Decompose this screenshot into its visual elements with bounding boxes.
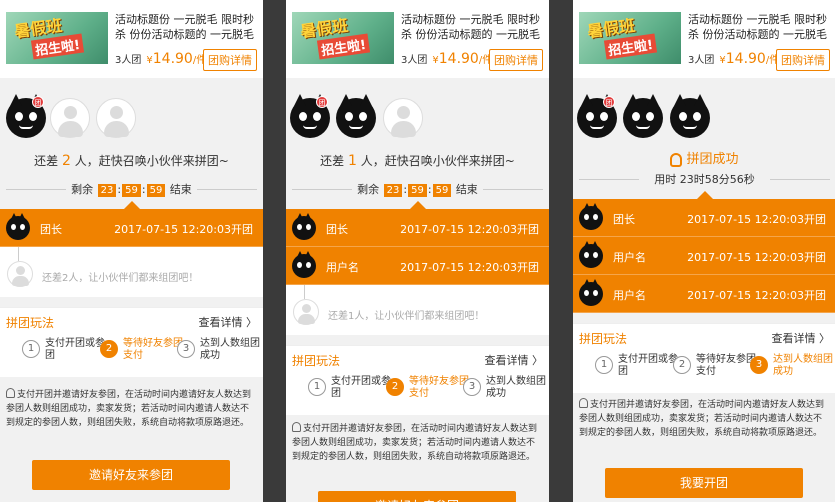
leader-badge: 团	[32, 96, 44, 108]
waiting-row: 还差1人，让小伙伴们都来组团吧！	[286, 285, 549, 335]
waiting-text: 还差1人，让小伙伴们都来组团吧！	[328, 311, 485, 322]
product-card[interactable]: 暑假班 招生啦! 活动标题份 一元脱毛 限时秒杀 份份活动标题的 一元脱毛 限时…	[0, 0, 263, 78]
member-row: 团长 2017-07-15 12:20:03开团	[0, 209, 263, 247]
member-avatar	[579, 203, 603, 230]
panel-group-pending-1: 暑假班 招生啦! 活动标题份 一元脱毛 限时秒杀 份份活动标题的 一元脱毛 限时…	[286, 0, 549, 502]
rules-section: 拼团玩法 查看详情 〉 1 支付开团或参团 2 等待好友参团支付 3 达到人数组团成功	[573, 323, 835, 393]
status-text: 还差 1 人，赶快召唤小伙伴来拼团~	[320, 153, 515, 169]
invite-friends-button[interactable]: 邀请好友来参团	[32, 460, 230, 490]
member-avatar	[292, 213, 316, 240]
product-title: 活动标题份 一元脱毛 限时秒杀 份份活动标题的 一元脱毛 限时秒杀 份份	[401, 13, 540, 41]
invite-friends-button[interactable]: 邀请好友来参团	[318, 491, 516, 502]
product-title: 活动标题份 一元脱毛 限时秒杀 份份活动标题的 一元脱毛 限时秒杀 份份	[688, 13, 827, 41]
rules-description: 支付开团并邀请好友参团，在活动时间内邀请好友人数达到参团人数则组团成功，卖家发货…	[0, 388, 263, 430]
rules-section: 拼团玩法 查看详情 〉 1 支付开团或参团 2 等待好友参团支付 3 达到人数组团成功	[0, 307, 263, 377]
product-card[interactable]: 暑假班 招生啦! 活动标题份 一元脱毛 限时秒杀 份份活动标题的 一元脱毛 限时…	[573, 0, 835, 78]
bulb-icon	[6, 388, 15, 398]
rules-title: 拼团玩法	[6, 316, 55, 330]
member-avatar	[670, 94, 710, 138]
panel-group-pending-2: 暑假班 招生啦! 活动标题份 一元脱毛 限时秒杀 份份活动标题的 一元脱毛 限时…	[0, 0, 263, 502]
member-avatar	[6, 213, 30, 240]
member-avatar	[579, 279, 603, 306]
member-name: 用户名	[613, 289, 646, 302]
empty-avatar	[383, 98, 423, 138]
panel-group-success: 暑假班 招生啦! 活动标题份 一元脱毛 限时秒杀 份份活动标题的 一元脱毛 限时…	[573, 0, 835, 502]
bulb-icon	[292, 422, 301, 432]
elapsed-time: 用时 23时58分56秒	[573, 171, 835, 187]
member-time: 2017-07-15 12:20:03开团	[687, 251, 826, 264]
leader-badge: 团	[316, 96, 328, 108]
start-group-button[interactable]: 我要开团	[605, 468, 803, 498]
member-avatar	[336, 94, 376, 138]
member-time: 2017-07-15 12:20:03开团	[400, 261, 539, 274]
member-time: 2017-07-15 12:20:03开团	[400, 223, 539, 236]
member-list: 团长 2017-07-15 12:20:03开团 还差2人，让小伙伴们都来组团吧…	[0, 201, 263, 297]
bulb-icon	[670, 152, 683, 167]
member-name: 用户名	[613, 251, 646, 264]
rules-more-link[interactable]: 查看详情 〉	[199, 314, 258, 330]
member-avatar	[292, 251, 316, 278]
empty-avatar	[7, 261, 33, 287]
member-row: 团长 2017-07-15 12:20:03开团	[573, 199, 835, 237]
member-row: 团长 2017-07-15 12:20:03开团	[286, 209, 549, 247]
product-card[interactable]: 暑假班 招生啦! 活动标题份 一元脱毛 限时秒杀 份份活动标题的 一元脱毛 限时…	[286, 0, 549, 78]
bulb-icon	[579, 398, 588, 408]
waiting-text: 还差2人，让小伙伴们都来组团吧！	[42, 273, 199, 284]
group-detail-button[interactable]: 团购详情	[203, 49, 257, 71]
leader-badge: 团	[603, 96, 615, 108]
empty-avatar	[50, 98, 90, 138]
member-name: 用户名	[326, 261, 359, 274]
product-price: ¥14.90/件	[719, 51, 780, 67]
member-time: 2017-07-15 12:20:03开团	[687, 289, 826, 302]
rules-section: 拼团玩法 查看详情 〉 1 支付开团或参团 2 等待好友参团支付 3 达到人数组团成功	[286, 345, 549, 415]
member-avatar	[579, 241, 603, 268]
member-name: 团长	[613, 213, 635, 226]
member-avatars: 团	[0, 94, 263, 146]
product-thumbnail: 暑假班 招生啦!	[292, 12, 394, 64]
member-list: 团长 2017-07-15 12:20:03开团 用户名 2017-07-15 …	[573, 191, 835, 313]
rules-title: 拼团玩法	[579, 332, 628, 346]
empty-avatar	[293, 299, 319, 325]
member-name: 团长	[40, 223, 62, 236]
member-avatar	[623, 94, 663, 138]
group-detail-button[interactable]: 团购详情	[776, 49, 830, 71]
status-text: 还差 2 人，赶快召唤小伙伴来拼团~	[34, 153, 229, 169]
member-list: 团长 2017-07-15 12:20:03开团 用户名 2017-07-15 …	[286, 201, 549, 335]
product-title: 活动标题份 一元脱毛 限时秒杀 份份活动标题的 一元脱毛 限时秒杀 份份	[115, 13, 254, 41]
product-thumbnail: 暑假班 招生啦!	[6, 12, 108, 64]
waiting-row: 还差2人，让小伙伴们都来组团吧！	[0, 247, 263, 297]
product-thumbnail: 暑假班 招生啦!	[579, 12, 681, 64]
product-price: ¥14.90/件	[146, 51, 207, 67]
countdown-timer: 剩余 23:59:59 结束	[0, 181, 263, 197]
product-group-size: 3人团 ¥14.90/件	[401, 51, 493, 67]
success-title: 拼团成功	[573, 148, 835, 167]
member-avatars: 团	[286, 94, 549, 146]
rules-more-link[interactable]: 查看详情 〉	[772, 330, 831, 346]
product-price: ¥14.90/件	[432, 51, 493, 67]
product-group-size: 3人团 ¥14.90/件	[688, 51, 780, 67]
member-time: 2017-07-15 12:20:03开团	[687, 213, 826, 226]
rules-description: 支付开团并邀请好友参团，在活动时间内邀请好友人数达到参团人数则组团成功，卖家发货…	[286, 422, 549, 464]
rules-title: 拼团玩法	[292, 354, 341, 368]
member-row: 用户名 2017-07-15 12:20:03开团	[573, 275, 835, 313]
product-group-size: 3人团 ¥14.90/件	[115, 51, 207, 67]
countdown-timer: 剩余 23:59:59 结束	[286, 181, 549, 197]
group-detail-button[interactable]: 团购详情	[489, 49, 543, 71]
empty-avatar	[96, 98, 136, 138]
member-avatars: 团	[573, 94, 835, 146]
member-time: 2017-07-15 12:20:03开团	[114, 223, 253, 236]
rules-more-link[interactable]: 查看详情 〉	[485, 352, 544, 368]
member-row: 用户名 2017-07-15 12:20:03开团	[286, 247, 549, 285]
member-name: 团长	[326, 223, 348, 236]
rules-description: 支付开团并邀请好友参团，在活动时间内邀请好友人数达到参团人数则组团成功，卖家发货…	[573, 398, 835, 440]
member-row: 用户名 2017-07-15 12:20:03开团	[573, 237, 835, 275]
